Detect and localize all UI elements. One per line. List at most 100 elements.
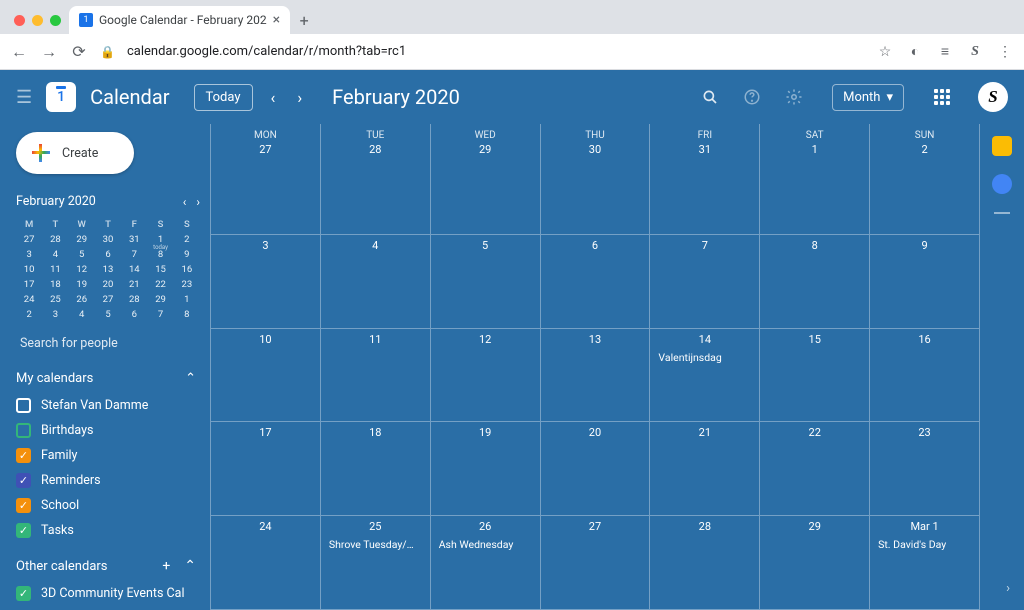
mini-day[interactable]: 2 — [174, 234, 200, 245]
mini-day[interactable]: 6 — [121, 309, 147, 320]
event[interactable]: Ash Wednesday — [437, 537, 534, 552]
day-cell[interactable]: 14Valentijnsdag — [650, 329, 760, 423]
extension-icon[interactable]: S — [966, 44, 984, 60]
mini-day[interactable]: 15 — [147, 264, 173, 275]
calendar-checkbox[interactable] — [16, 423, 31, 438]
mini-day[interactable]: 24 — [16, 294, 42, 305]
calendar-item[interactable]: ✓Tasks — [16, 521, 200, 540]
main-menu-icon[interactable]: ☰ — [16, 87, 32, 108]
calendar-checkbox[interactable]: ✓ — [16, 448, 31, 463]
mini-day[interactable]: 8 — [174, 309, 200, 320]
url-text[interactable]: calendar.google.com/calendar/r/month?tab… — [127, 44, 864, 59]
mini-day[interactable]: 29 — [147, 294, 173, 305]
day-cell[interactable]: 21 — [650, 422, 760, 516]
day-cell[interactable]: 15 — [760, 329, 870, 423]
mini-day[interactable]: 31 — [121, 234, 147, 245]
mini-day[interactable]: 29 — [69, 234, 95, 245]
next-month-button[interactable]: › — [293, 88, 306, 107]
day-cell[interactable]: 29 — [431, 141, 541, 235]
search-people-input[interactable]: Search for people — [16, 326, 200, 359]
day-cell[interactable]: 19 — [431, 422, 541, 516]
calendar-item[interactable]: ✓Family — [16, 446, 200, 465]
new-tab-button[interactable]: + — [290, 6, 318, 34]
day-cell[interactable]: 6 — [541, 235, 651, 329]
mini-day[interactable]: 11 — [42, 264, 68, 275]
maximize-window-icon[interactable] — [50, 15, 61, 26]
day-cell[interactable]: 20 — [541, 422, 651, 516]
mini-day[interactable]: 27 — [16, 234, 42, 245]
day-cell[interactable]: 27 — [541, 516, 651, 610]
day-cell[interactable]: 27 — [211, 141, 321, 235]
add-calendar-icon[interactable]: + — [162, 558, 170, 574]
tasks-icon[interactable] — [992, 174, 1012, 194]
mini-day[interactable]: 28 — [121, 294, 147, 305]
search-icon[interactable] — [696, 83, 724, 111]
day-cell[interactable]: 1 — [760, 141, 870, 235]
event[interactable]: Shrove Tuesday/Mardi Gr — [327, 537, 424, 552]
day-cell[interactable]: 13 — [541, 329, 651, 423]
mini-day[interactable]: 27 — [95, 294, 121, 305]
extension-icon[interactable]: ◐ — [906, 43, 924, 60]
day-cell[interactable]: 5 — [431, 235, 541, 329]
calendar-checkbox[interactable]: ✓ — [16, 473, 31, 488]
view-selector[interactable]: Month ▾ — [832, 84, 904, 111]
mini-day[interactable]: 17 — [16, 279, 42, 290]
other-calendars-header[interactable]: Other calendars + ⌃ — [16, 552, 200, 578]
day-cell[interactable]: 22 — [760, 422, 870, 516]
mini-calendar[interactable]: MTWTFSS272829303112345678910111213141516… — [16, 219, 200, 320]
event[interactable]: Valentijnsdag — [656, 350, 753, 365]
mini-day[interactable]: 16 — [174, 264, 200, 275]
calendar-checkbox[interactable]: ✓ — [16, 523, 31, 538]
calendar-item[interactable]: ✓School — [16, 496, 200, 515]
forward-button[interactable]: → — [40, 42, 58, 62]
calendar-item[interactable]: ✓Reminders — [16, 471, 200, 490]
day-cell[interactable]: 17 — [211, 422, 321, 516]
settings-icon[interactable] — [780, 83, 808, 111]
my-calendars-header[interactable]: My calendars ⌃ — [16, 365, 200, 390]
day-cell[interactable]: 30 — [541, 141, 651, 235]
calendar-checkbox[interactable]: ✓ — [16, 498, 31, 513]
calendar-item[interactable]: Birthdays — [16, 421, 200, 440]
close-window-icon[interactable] — [14, 15, 25, 26]
day-cell[interactable]: 11 — [321, 329, 431, 423]
calendar-checkbox[interactable] — [16, 398, 31, 413]
lock-icon[interactable]: 🔒 — [100, 45, 115, 59]
day-cell[interactable]: 7 — [650, 235, 760, 329]
day-cell[interactable]: 8 — [760, 235, 870, 329]
day-cell[interactable]: 28 — [321, 141, 431, 235]
expand-side-panel-icon[interactable]: › — [1006, 581, 1010, 596]
mini-day[interactable]: 22 — [147, 279, 173, 290]
mini-day[interactable]: 14 — [121, 264, 147, 275]
reload-button[interactable]: ⟳ — [70, 42, 88, 61]
prev-month-button[interactable]: ‹ — [267, 88, 280, 107]
today-button[interactable]: Today — [194, 84, 253, 111]
calendar-item[interactable]: Stefan Van Damme — [16, 396, 200, 415]
mini-day[interactable]: 12 — [69, 264, 95, 275]
mini-day[interactable]: 7 — [147, 309, 173, 320]
day-cell[interactable]: 18 — [321, 422, 431, 516]
mini-day[interactable]: 5 — [95, 309, 121, 320]
day-cell[interactable]: 12 — [431, 329, 541, 423]
day-cell[interactable]: 29 — [760, 516, 870, 610]
mini-day[interactable]: 23 — [174, 279, 200, 290]
day-cell[interactable]: 24 — [211, 516, 321, 610]
mini-day[interactable]: 3 — [16, 249, 42, 260]
star-icon[interactable]: ☆ — [876, 44, 894, 60]
calendar-checkbox[interactable]: ✓ — [16, 586, 31, 601]
mini-day[interactable]: 25 — [42, 294, 68, 305]
mini-day[interactable]: 1 — [147, 234, 173, 245]
mini-day[interactable]: 10 — [16, 264, 42, 275]
minimize-window-icon[interactable] — [32, 15, 43, 26]
day-cell[interactable]: 9 — [870, 235, 980, 329]
day-cell[interactable]: 4 — [321, 235, 431, 329]
event[interactable]: St. David's Day — [876, 537, 973, 552]
mini-day[interactable]: 18 — [42, 279, 68, 290]
mini-day[interactable]: 4 — [69, 309, 95, 320]
create-button[interactable]: Create — [16, 132, 134, 174]
day-cell[interactable]: 28 — [650, 516, 760, 610]
extension-icon[interactable]: ≡ — [936, 43, 954, 60]
mini-day[interactable]: 6 — [95, 249, 121, 260]
mini-day[interactable]: 28 — [42, 234, 68, 245]
day-cell[interactable]: 25Shrove Tuesday/Mardi Gr — [321, 516, 431, 610]
browser-menu-icon[interactable]: ⋮ — [996, 44, 1014, 60]
